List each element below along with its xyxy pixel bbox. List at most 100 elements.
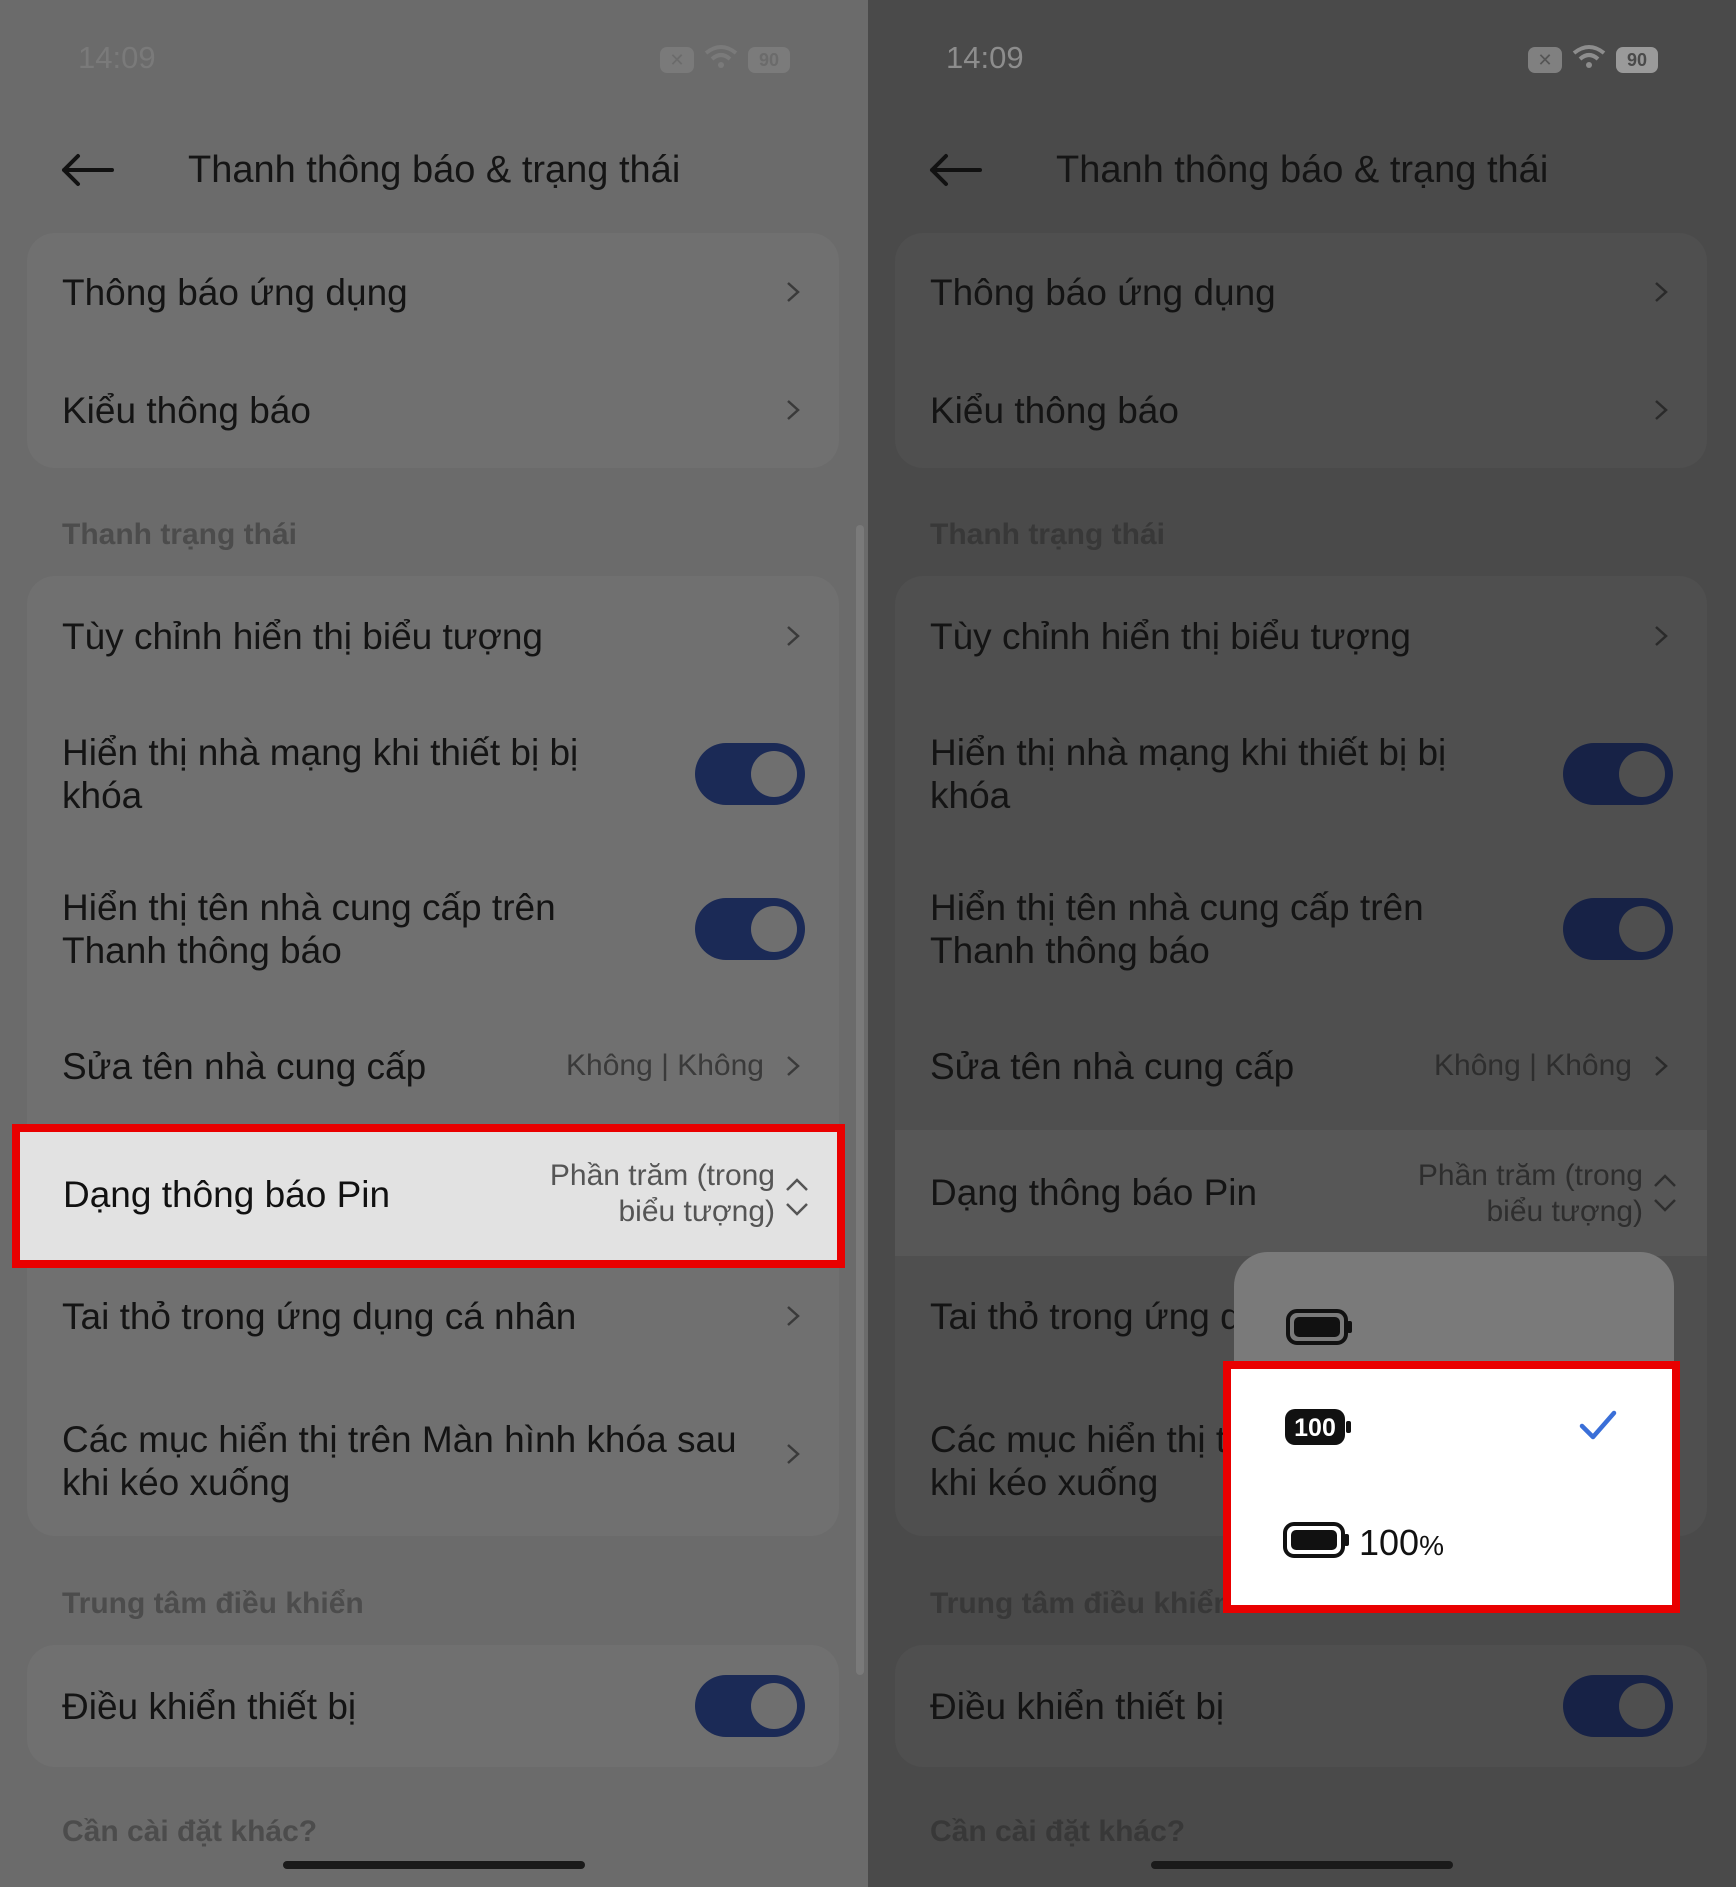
row-label-line1: Các mục hiển thị trên Màn hình khóa sau: [62, 1419, 737, 1460]
row-app-notifications[interactable]: Thông báo ứng dụng: [27, 233, 839, 351]
row-edit-provider[interactable]: Sửa tên nhà cung cấp Không | Không: [895, 1006, 1707, 1126]
chevron-right-icon: [787, 1306, 800, 1326]
row-notification-style[interactable]: Kiểu thông báo: [895, 351, 1707, 469]
back-button[interactable]: [60, 145, 120, 195]
row-label: Tai thỏ trong ứng d: [930, 1295, 1241, 1337]
toggle-show-provider-name[interactable]: [695, 897, 805, 960]
toggle-device-control[interactable]: [695, 1675, 805, 1737]
chevron-right-icon: [1655, 282, 1668, 302]
chevron-right-icon: [1655, 626, 1668, 646]
row-lock-screen-items[interactable]: Các mục hiển thị trên Màn hình khóa sau k…: [27, 1376, 839, 1531]
expand-collapse-icon: [1654, 1174, 1676, 1212]
row-notch[interactable]: Tai thỏ trong ứng dụng cá nhân: [27, 1256, 839, 1376]
status-bar: 14:09 ✕ 90: [78, 40, 790, 80]
no-sim-icon: ✕: [660, 47, 694, 73]
row-value-line2: biểu tượng): [618, 1195, 775, 1228]
toggle-knob: [751, 1683, 797, 1729]
status-time: 14:09: [78, 40, 156, 75]
battery-percent-suffix: %: [1419, 1530, 1444, 1561]
row-value-line2: biểu tượng): [1486, 1195, 1643, 1228]
status-icons: ✕ 90: [1528, 42, 1658, 78]
toggle-knob: [751, 905, 797, 952]
section-heading-status-bar: Thanh trạng thái: [930, 518, 1165, 551]
row-label: Thông báo ứng dụng: [62, 271, 408, 313]
wifi-icon: [704, 42, 738, 78]
row-label: Hiển thị nhà mạng khi thiết bị bị khóa: [62, 731, 579, 816]
row-label: Dạng thông báo Pin: [63, 1174, 391, 1215]
row-label: Thông báo ứng dụng: [930, 271, 1276, 313]
row-label: Tai thỏ trong ứng dụng cá nhân: [62, 1295, 577, 1337]
chevron-right-icon: [787, 1056, 800, 1076]
battery-option-percentage-in-icon[interactable]: 100: [1231, 1369, 1672, 1484]
row-app-notifications[interactable]: Thông báo ứng dụng: [895, 233, 1707, 351]
battery-percent-text: 100: [1294, 1414, 1336, 1442]
home-indicator[interactable]: [1151, 1861, 1453, 1869]
row-label: Các mục hiển thị trên Màn hình khóa sau k…: [62, 1418, 737, 1504]
battery-options-selected-group: 100 100%: [1223, 1361, 1680, 1613]
battery-status-icon: 90: [1616, 47, 1658, 73]
chevron-right-icon: [1655, 400, 1668, 420]
row-label: Kiểu thông báo: [62, 389, 311, 431]
row-label: Hiển thị nhà mạng khi thiết bị bị khóa: [930, 731, 1447, 816]
row-show-carrier-locked[interactable]: Hiển thị nhà mạng khi thiết bị bị khóa: [27, 696, 839, 851]
status-icons: ✕ 90: [660, 42, 790, 78]
row-show-carrier-locked[interactable]: Hiển thị nhà mạng khi thiết bị bị khóa: [895, 696, 1707, 851]
section-heading-control-center: Trung tâm điều khiển: [62, 1587, 364, 1620]
control-center-card: Điều khiển thiết bị: [895, 1645, 1707, 1767]
row-device-control[interactable]: Điều khiển thiết bị: [27, 1645, 839, 1767]
toggle-device-control[interactable]: [1563, 1675, 1673, 1737]
toggle-knob: [1619, 750, 1665, 797]
toggle-show-provider-name[interactable]: [1563, 897, 1673, 960]
row-battery-style[interactable]: Dạng thông báo Pin Phần trăm (trong biểu …: [895, 1130, 1707, 1256]
row-label: Tùy chỉnh hiển thị biểu tượng: [62, 615, 543, 657]
page-title: Thanh thông báo & trạng thái: [188, 148, 681, 191]
home-indicator[interactable]: [283, 1861, 585, 1869]
section-heading-control-center: Trung tâm điều khiển: [930, 1587, 1232, 1620]
row-label: Sửa tên nhà cung cấp: [62, 1045, 427, 1087]
battery-option-percentage-beside[interactable]: 100%: [1231, 1484, 1672, 1599]
row-label-line1: Các mục hiển thị t: [930, 1419, 1227, 1460]
battery-icon: [1283, 1522, 1349, 1558]
scrollbar[interactable]: [856, 525, 864, 1675]
chevron-right-icon: [787, 1443, 800, 1464]
section-heading-status-bar: Thanh trạng thái: [62, 518, 297, 551]
row-value: Phần trăm (trong biểu tượng): [1418, 1158, 1643, 1230]
battery-icon: [1286, 1309, 1352, 1345]
toggle-show-carrier-locked[interactable]: [695, 742, 805, 805]
more-settings-heading: Cần cài đặt khác?: [930, 1815, 1186, 1848]
toggle-show-carrier-locked[interactable]: [1563, 742, 1673, 805]
row-show-provider-name[interactable]: Hiển thị tên nhà cung cấp trên Thanh thô…: [895, 851, 1707, 1006]
checkmark-icon: [1579, 1410, 1617, 1440]
row-value: Không | Không: [1434, 1049, 1632, 1082]
row-device-control[interactable]: Điều khiển thiết bị: [895, 1645, 1707, 1767]
chevron-right-icon: [787, 400, 800, 420]
toggle-knob: [1619, 905, 1665, 952]
row-custom-icons[interactable]: Tùy chỉnh hiển thị biểu tượng: [27, 576, 839, 696]
control-center-card: Điều khiển thiết bị: [27, 1645, 839, 1767]
row-battery-style-highlighted[interactable]: Dạng thông báo Pin Phần trăm (trong biểu …: [12, 1124, 845, 1268]
row-value-line1: Phần trăm (trong: [1417, 1159, 1643, 1192]
row-label: Dạng thông báo Pin: [930, 1172, 1258, 1213]
row-label: Kiểu thông báo: [930, 389, 1179, 431]
row-value: Không | Không: [566, 1049, 764, 1082]
row-label: Sửa tên nhà cung cấp: [930, 1045, 1295, 1087]
row-label: Các mục hiển thị t khi kéo xuống: [930, 1418, 1226, 1504]
back-button[interactable]: [928, 145, 988, 195]
row-label: Hiển thị tên nhà cung cấp trên Thanh thô…: [930, 886, 1424, 971]
row-custom-icons[interactable]: Tùy chỉnh hiển thị biểu tượng: [895, 576, 1707, 696]
row-value: Phần trăm (trong biểu tượng): [550, 1158, 775, 1230]
battery-100-icon: 100: [1285, 1409, 1351, 1445]
row-show-provider-name[interactable]: Hiển thị tên nhà cung cấp trên Thanh thô…: [27, 851, 839, 1006]
chevron-right-icon: [787, 626, 800, 646]
row-notification-style[interactable]: Kiểu thông báo: [27, 351, 839, 469]
battery-option-icon-only[interactable]: [1234, 1272, 1674, 1382]
top-app-bar: Thanh thông báo & trạng thái: [60, 135, 828, 205]
row-edit-provider[interactable]: Sửa tên nhà cung cấp Không | Không: [27, 1006, 839, 1126]
chevron-right-icon: [1655, 1056, 1668, 1076]
status-bar-card: Tùy chỉnh hiển thị biểu tượng Hiển thị n…: [27, 576, 839, 1536]
chevron-right-icon: [787, 282, 800, 302]
notifications-card: Thông báo ứng dụng Kiểu thông báo: [27, 233, 839, 468]
row-label: Điều khiển thiết bị: [930, 1685, 1225, 1727]
wifi-icon: [1572, 42, 1606, 78]
more-settings-heading: Cần cài đặt khác?: [62, 1815, 318, 1848]
